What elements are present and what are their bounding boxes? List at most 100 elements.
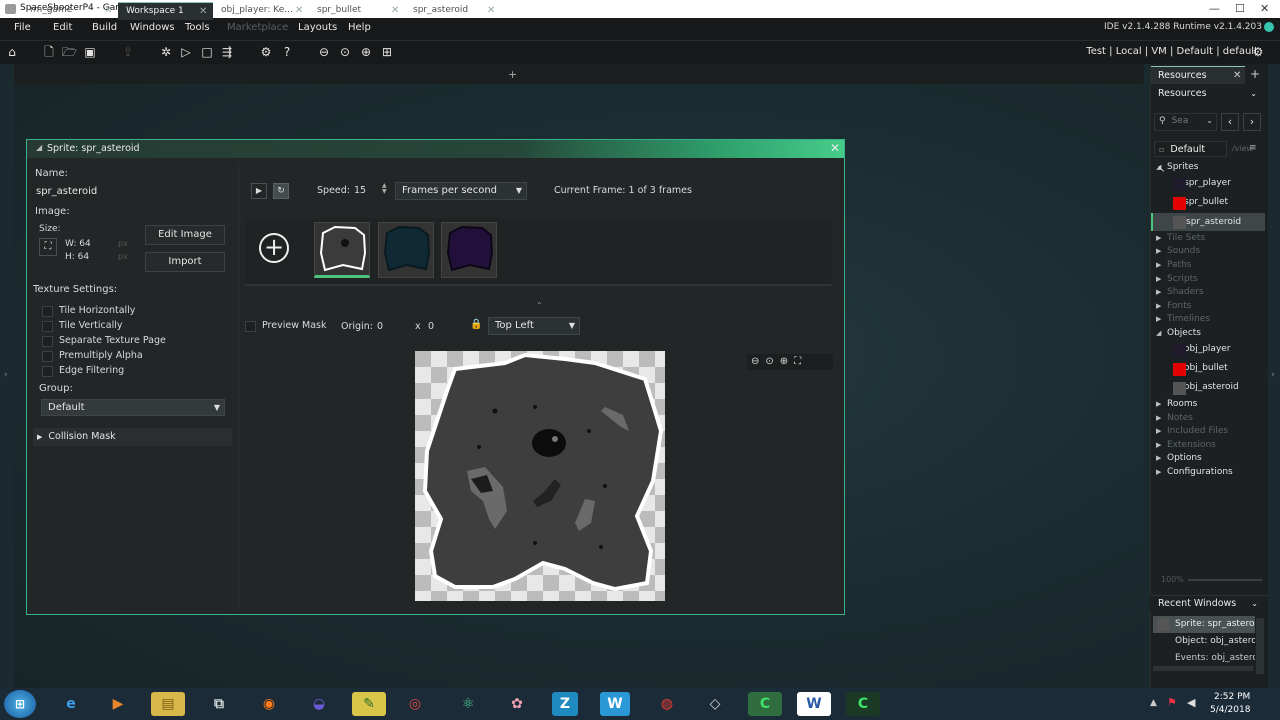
preview-mask-checkbox[interactable] (245, 321, 256, 332)
tree-rooms[interactable]: ▶ Rooms (1156, 399, 1197, 409)
chrome-icon[interactable]: ◎ (398, 692, 432, 716)
tab-resources[interactable]: Resources ✕ (1151, 66, 1245, 84)
home-icon[interactable]: ⌂ (5, 45, 19, 59)
export-icon[interactable]: ⇪ (121, 45, 135, 59)
volume-icon[interactable]: ◀ (1187, 696, 1195, 709)
recent-item[interactable]: Events: obj_asteroid (1153, 652, 1255, 664)
network-icon[interactable]: ⚑ (1167, 696, 1177, 709)
tree-configurations[interactable]: ▶ Configurations (1156, 467, 1233, 477)
resource-search-input[interactable]: ⚲ Sea ⌄ (1154, 113, 1217, 131)
tree-paths[interactable]: ▶ Paths (1156, 260, 1191, 270)
sprite-name-input[interactable]: spr_asteroid (33, 184, 231, 200)
collision-mask-section[interactable]: ▶ Collision Mask (33, 428, 232, 446)
fit-screen-icon[interactable]: ⛶ (794, 356, 807, 367)
tab-workspace-1[interactable]: Workspace 1 ✕ (118, 2, 213, 20)
ie-icon[interactable]: e (54, 692, 88, 716)
tab-spr-asteroid[interactable]: spr_asteroid ✕ (405, 2, 501, 20)
width-value[interactable]: W: 64 (65, 239, 91, 249)
wamp-icon[interactable]: W (600, 692, 630, 716)
tile-horizontally-checkbox[interactable] (42, 306, 53, 317)
start-button-icon[interactable]: ⊞ (4, 690, 36, 718)
tree-sounds[interactable]: ▶ Sounds (1156, 246, 1200, 256)
tab-rm-game[interactable]: rm_game ✕ (22, 2, 118, 20)
menu-layouts[interactable]: Layouts (298, 22, 337, 33)
menu-file[interactable]: File (14, 22, 31, 33)
height-value[interactable]: H: 64 (65, 252, 89, 262)
clean-icon[interactable]: ⇶ (220, 45, 234, 59)
menu-help[interactable]: Help (348, 22, 371, 33)
tree-obj-bullet[interactable]: obj_bullet (1156, 363, 1262, 377)
zoom-in-icon[interactable]: ⊕ (780, 356, 794, 367)
tree-spr-bullet[interactable]: spr_bullet (1156, 197, 1262, 211)
close-button[interactable]: ✕ (1260, 2, 1269, 15)
help-icon[interactable]: ? (280, 45, 294, 59)
frame-thumbnail[interactable] (378, 222, 434, 278)
close-icon[interactable]: ✕ (487, 5, 495, 16)
premultiply-alpha-checkbox[interactable] (42, 351, 53, 362)
tree-objects[interactable]: ◢ Objects (1156, 328, 1201, 338)
recorder-icon[interactable]: ◍ (650, 692, 684, 716)
collapse-icon[interactable]: ◢ (36, 143, 42, 152)
add-frame-icon[interactable]: + (259, 233, 289, 263)
close-icon[interactable]: ✕ (391, 5, 399, 16)
tab-obj-player[interactable]: obj_player: Ke... ✕ (213, 2, 309, 20)
git-icon[interactable]: ◇ (698, 692, 732, 716)
tree-spr-asteroid[interactable]: spr_asteroid (1151, 213, 1265, 231)
recent-windows-header[interactable]: Recent Windows ⌄ (1150, 595, 1268, 611)
speed-stepper-icon[interactable]: ▲ ▼ (382, 183, 387, 195)
menu-marketplace[interactable]: Marketplace (227, 22, 288, 33)
tree-included-files[interactable]: ▶ Included Files (1156, 426, 1228, 436)
close-icon[interactable]: ✕ (104, 5, 112, 16)
tab-spr-bullet[interactable]: spr_bullet ✕ (309, 2, 405, 20)
clock-date[interactable]: 5/4/2018 (1210, 705, 1250, 715)
close-icon[interactable]: ✕ (295, 5, 303, 16)
target-selector[interactable]: Test | Local | VM | Default | default (1086, 46, 1258, 57)
collapse-up-icon[interactable]: ⌃ (536, 301, 543, 310)
zoom-in-icon[interactable]: ⊕ (359, 45, 373, 59)
lock-icon[interactable]: 🔒 (470, 319, 482, 330)
tile-vertically-checkbox[interactable] (42, 321, 53, 332)
eclipse-icon[interactable]: ◒ (302, 692, 336, 716)
tree-shaders[interactable]: ▶ Shaders (1156, 287, 1204, 297)
pane-divider[interactable] (238, 164, 239, 610)
tree-notes[interactable]: ▶ Notes (1156, 413, 1193, 423)
frame-thumbnail[interactable] (441, 222, 497, 278)
tree-scripts[interactable]: ▶ Scripts (1156, 274, 1198, 284)
clock-time[interactable]: 2:52 PM (1214, 692, 1250, 702)
menu-windows[interactable]: Windows (130, 22, 175, 33)
tree-fonts[interactable]: ▶ Fonts (1156, 301, 1191, 311)
debug-icon[interactable]: ✲ (159, 45, 173, 59)
media-player-icon[interactable]: ▶ (101, 692, 135, 716)
tree-options[interactable]: ▶ Options (1156, 453, 1202, 463)
tree-obj-player[interactable]: obj_player (1156, 344, 1262, 358)
grid-icon[interactable]: ⊞ (380, 45, 394, 59)
resize-icon[interactable]: ⛶ (39, 238, 57, 256)
tray-arrow-icon[interactable]: ▲ (1150, 698, 1157, 708)
target-settings-icon[interactable]: ⚙ (1251, 45, 1265, 59)
zoomit-icon[interactable]: Z (552, 692, 578, 716)
frame-thumbnail[interactable] (314, 222, 370, 278)
menu-tools[interactable]: Tools (185, 22, 210, 33)
open-project-icon[interactable]: 🗁 (62, 45, 77, 59)
filter-dropdown[interactable]: ▫ Default (1154, 141, 1227, 157)
gamemaker-icon[interactable]: C (748, 692, 782, 716)
word-icon[interactable]: W (797, 692, 831, 716)
tree-timelines[interactable]: ▶ Timelines (1156, 314, 1210, 324)
file-explorer-icon[interactable]: ▤ (151, 692, 185, 716)
origin-preset-dropdown[interactable]: Top Left ▼ (488, 317, 580, 335)
loop-icon[interactable]: ↻ (273, 183, 289, 199)
zoom-slider[interactable] (1188, 579, 1262, 581)
zoom-out-icon[interactable]: ⊖ (751, 356, 765, 367)
speed-unit-dropdown[interactable]: Frames per second ▼ (395, 182, 527, 200)
account-icon[interactable] (1264, 22, 1274, 32)
frame-strip-divider[interactable] (246, 284, 831, 286)
import-button[interactable]: Import (145, 252, 225, 272)
stop-icon[interactable]: □ (200, 45, 214, 59)
play-icon[interactable]: ▶ (251, 183, 267, 199)
origin-y-input[interactable]: 0 (428, 321, 434, 332)
atom-icon[interactable]: ⚛ (451, 692, 485, 716)
recent-scrollbar[interactable] (1256, 618, 1264, 674)
forward-icon[interactable]: › (1243, 113, 1261, 131)
gamemaker-ide-icon[interactable]: C (846, 692, 880, 716)
maximize-button[interactable]: ☐ (1235, 2, 1245, 15)
